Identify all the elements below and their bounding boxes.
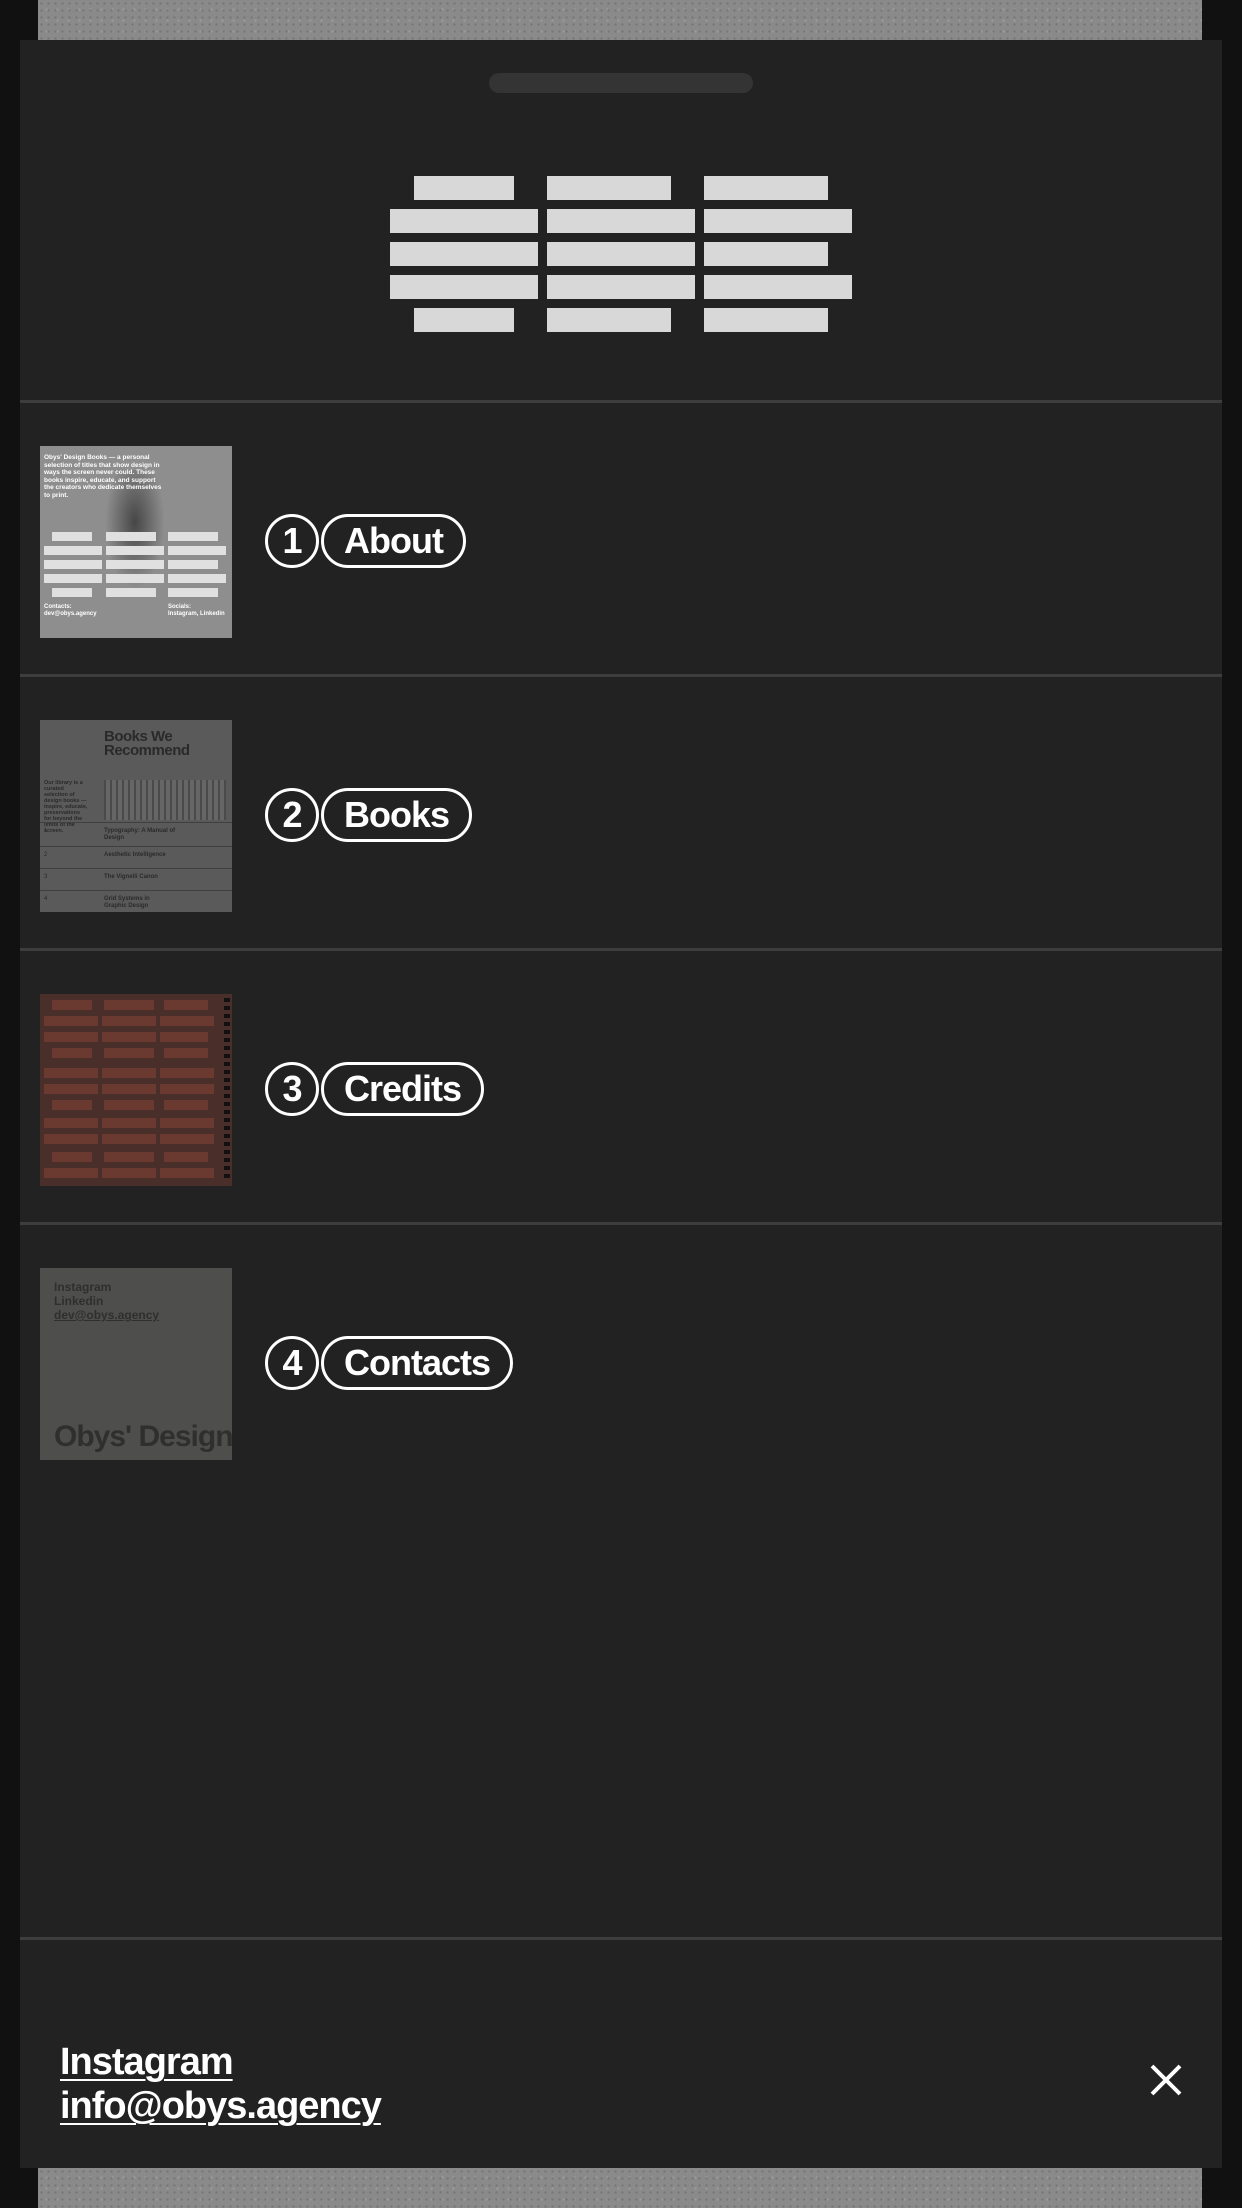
books-thumbnail: Books We Recommend Our library is a cura…: [40, 720, 232, 912]
menu-item-credits-label-group[interactable]: 3 Credits: [265, 1062, 485, 1116]
contacts-thumbnail: Instagram Linkedin dev@obys.agency Obys'…: [40, 1268, 232, 1460]
credits-thumbnail: [40, 994, 232, 1186]
about-thumbnail: Obys' Design Books — a personal selectio…: [40, 446, 232, 638]
thumbnail-row-number: 3: [44, 874, 48, 880]
menu-item-label: About: [321, 514, 466, 568]
close-button[interactable]: [1144, 2058, 1188, 2102]
thumbnail-row-title: Typography: A Manual of Design: [104, 828, 176, 841]
background-page-top: [38, 0, 1202, 40]
menu-sheet: Obys' Design Books — a personal selectio…: [20, 40, 1222, 2168]
email-link[interactable]: info@obys.agency: [60, 2084, 382, 2128]
menu-item-label: Books: [321, 788, 473, 842]
thumbnail-link: Instagram: [54, 1280, 112, 1294]
menu-item-about-label-group[interactable]: 1 About: [265, 514, 466, 568]
thumbnail-row-number: 2: [44, 852, 48, 858]
menu-item-credits[interactable]: 3 Credits: [20, 951, 1222, 1222]
menu-item-number: 1: [265, 514, 319, 568]
thumbnail-row-title: Grid Systems in Graphic Design: [104, 896, 150, 909]
background-page-bottom: [38, 2168, 1202, 2208]
menu-item-number: 2: [265, 788, 319, 842]
thumbnail-row-number: 1: [44, 828, 48, 834]
thumbnail-row-number: 4: [44, 896, 48, 902]
footer-links: Instagram info@obys.agency: [60, 2040, 382, 2128]
thumbnail-socials-label: Socials:: [168, 604, 192, 610]
thumbnail-contacts-value: dev@obys.agency: [44, 611, 97, 617]
menu-item-label: Contacts: [321, 1336, 514, 1390]
thumbnail-text: Obys' Design Books — a personal selectio…: [44, 454, 162, 499]
thumbnail-big-text: Obys' Design: [54, 1420, 232, 1453]
thumbnail-side-text: Our library is a curated selection of de…: [44, 780, 88, 834]
menu-item-label: Credits: [321, 1062, 485, 1116]
menu-item-contacts[interactable]: Instagram Linkedin dev@obys.agency Obys'…: [20, 1225, 1222, 1496]
thumbnail-contacts-label: Contacts:: [44, 604, 72, 610]
menu-item-books[interactable]: Books We Recommend Our library is a cura…: [20, 677, 1222, 948]
instagram-link[interactable]: Instagram: [60, 2040, 381, 2084]
menu-item-number: 4: [265, 1336, 319, 1390]
thumbnail-row-title: The Vignelli Canon: [104, 874, 158, 880]
thumbnail-socials-value: Instagram, Linkedin: [168, 611, 225, 617]
thumbnail-title: Recommend: [104, 742, 190, 759]
divider: [20, 1937, 1222, 1940]
menu-item-about[interactable]: Obys' Design Books — a personal selectio…: [20, 403, 1222, 674]
thumbnail-link: dev@obys.agency: [54, 1308, 160, 1322]
menu-item-number: 3: [265, 1062, 319, 1116]
thumbnail-link: Linkedin: [54, 1294, 104, 1308]
menu-item-books-label-group[interactable]: 2 Books: [265, 788, 473, 842]
menu-item-contacts-label-group[interactable]: 4 Contacts: [265, 1336, 514, 1390]
obys-logo-icon[interactable]: [20, 40, 1222, 400]
close-icon: [1150, 2064, 1182, 2096]
thumbnail-row-title: Aesthetic Intelligence: [104, 852, 166, 858]
